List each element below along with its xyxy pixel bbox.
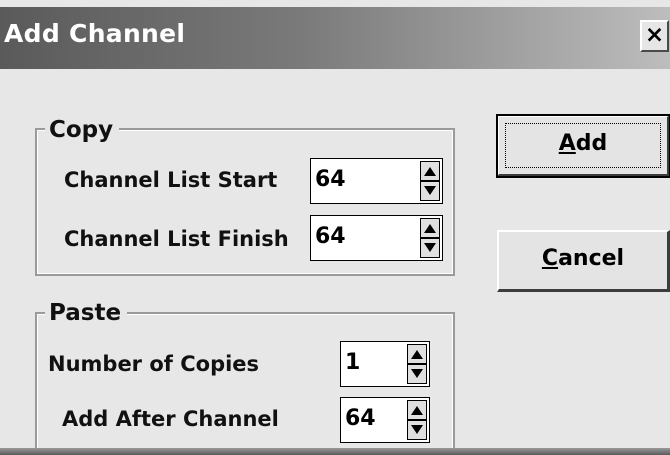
arrow-down-icon xyxy=(411,425,423,434)
paste-group-legend: Paste xyxy=(45,299,128,327)
channel-list-finish-label: Channel List Finish xyxy=(64,227,289,251)
dialog-title: Add Channel xyxy=(4,19,186,48)
cancel-button[interactable]: Cancel xyxy=(497,230,670,292)
spin-buttons xyxy=(420,161,440,201)
add-after-channel-up-button[interactable] xyxy=(407,400,427,420)
spin-buttons xyxy=(407,400,427,440)
add-channel-dialog: Add Channel × Copy Channel List Start 64… xyxy=(0,0,670,455)
number-of-copies-label: Number of Copies xyxy=(48,352,260,376)
channel-list-start-spinner[interactable]: 64 xyxy=(310,158,443,204)
window-bottom-edge xyxy=(0,448,670,455)
number-of-copies-up-button[interactable] xyxy=(407,344,427,364)
add-after-channel-input[interactable]: 64 xyxy=(345,406,376,431)
add-button[interactable]: Add xyxy=(496,114,670,178)
number-of-copies-spinner[interactable]: 1 xyxy=(340,341,430,387)
channel-list-finish-input[interactable]: 64 xyxy=(315,224,346,249)
close-icon: × xyxy=(644,22,665,48)
spin-buttons xyxy=(420,218,440,258)
add-after-channel-spinner[interactable]: 64 xyxy=(340,397,430,443)
add-button-label: Add xyxy=(558,131,608,156)
copy-group-legend: Copy xyxy=(45,116,120,144)
add-after-channel-down-button[interactable] xyxy=(407,420,427,440)
add-after-channel-label: Add After Channel xyxy=(62,407,279,431)
arrow-down-icon xyxy=(411,369,423,378)
arrow-up-icon xyxy=(424,167,436,176)
channel-list-start-input[interactable]: 64 xyxy=(315,167,346,192)
arrow-down-icon xyxy=(424,186,436,195)
channel-list-finish-spinner[interactable]: 64 xyxy=(310,215,443,261)
arrow-up-icon xyxy=(411,350,423,359)
number-of-copies-input[interactable]: 1 xyxy=(345,350,360,375)
channel-list-finish-down-button[interactable] xyxy=(420,238,440,258)
close-button[interactable]: × xyxy=(640,20,669,52)
channel-list-finish-up-button[interactable] xyxy=(420,218,440,238)
channel-list-start-up-button[interactable] xyxy=(420,161,440,181)
spin-buttons xyxy=(407,344,427,384)
title-bar[interactable]: Add Channel × xyxy=(0,0,670,70)
number-of-copies-down-button[interactable] xyxy=(407,364,427,384)
arrow-up-icon xyxy=(424,224,436,233)
channel-list-start-label: Channel List Start xyxy=(64,168,278,192)
cancel-button-label: Cancel xyxy=(541,246,625,271)
channel-list-start-down-button[interactable] xyxy=(420,181,440,201)
arrow-down-icon xyxy=(424,243,436,252)
arrow-up-icon xyxy=(411,406,423,415)
